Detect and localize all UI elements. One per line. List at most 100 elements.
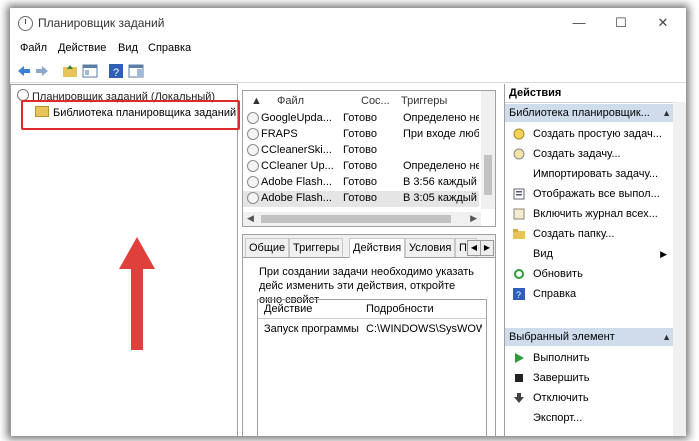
folder-up-icon[interactable] bbox=[62, 63, 78, 79]
column-header-triggers[interactable]: Триггеры bbox=[401, 95, 447, 107]
annotation-arrow bbox=[119, 237, 155, 350]
task-name: Adobe Flash... bbox=[261, 176, 332, 188]
actions-table: Действие Подробности Запуск программы C:… bbox=[257, 299, 487, 436]
collapse-icon[interactable]: ▲ bbox=[662, 328, 671, 346]
tab-general[interactable]: Общие bbox=[245, 238, 290, 257]
menu-bar: Файл Действие Вид Справка bbox=[10, 38, 686, 58]
list-icon bbox=[513, 188, 525, 200]
import-task-item[interactable]: Импортировать задачу... bbox=[505, 164, 686, 184]
horizontal-scrollbar[interactable]: ◀ ▶ bbox=[243, 212, 481, 226]
clock-icon bbox=[18, 16, 33, 31]
column-header-action[interactable]: Действие bbox=[264, 303, 312, 315]
center-panel: ▲ Файл Сос... Триггеры GoogleUpda... Гот… bbox=[242, 84, 498, 436]
tab-scroll-right-icon[interactable]: ▶ bbox=[480, 240, 494, 256]
column-header-name[interactable]: Файл bbox=[277, 95, 304, 107]
play-icon bbox=[515, 353, 524, 363]
console-tree-icon[interactable] bbox=[82, 63, 98, 79]
console-tree-panel: Планировщик заданий (Локальный) Библиоте… bbox=[10, 84, 240, 436]
forward-arrow-icon[interactable] bbox=[34, 63, 50, 79]
actions-table-header: Действие Подробности bbox=[258, 300, 486, 319]
table-row[interactable]: Adobe Flash... Готово В 3:56 каждый дени bbox=[243, 175, 479, 191]
task-icon bbox=[247, 192, 259, 204]
submenu-arrow-icon: ▶ bbox=[660, 249, 667, 259]
end-item[interactable]: Завершить bbox=[505, 368, 686, 388]
column-header-status[interactable]: Сос... bbox=[361, 95, 390, 107]
close-button[interactable]: ✕ bbox=[648, 13, 678, 33]
task-status: Готово bbox=[343, 112, 377, 124]
export-item[interactable]: Экспорт... bbox=[505, 408, 686, 428]
menu-help[interactable]: Справка bbox=[148, 42, 191, 54]
menu-file[interactable]: Файл bbox=[20, 42, 47, 54]
toolbar: ? bbox=[10, 60, 686, 83]
collapse-icon[interactable]: ▲ bbox=[662, 104, 671, 122]
folder-clock-icon bbox=[35, 106, 49, 117]
tree-item-library-label: Библиотека планировщика заданий bbox=[53, 107, 237, 119]
task-icon bbox=[513, 148, 525, 160]
scroll-thumb[interactable] bbox=[261, 215, 451, 223]
title-bar: Планировщик заданий — ☐ ✕ bbox=[10, 8, 686, 38]
maximize-button[interactable]: ☐ bbox=[606, 13, 636, 33]
task-trigger: В 3:05 каждый 7 де bbox=[403, 192, 479, 204]
refresh-item[interactable]: Обновить bbox=[505, 264, 686, 284]
tab-conditions[interactable]: Условия bbox=[405, 238, 456, 257]
action-pane-icon[interactable] bbox=[128, 63, 144, 79]
display-running-item[interactable]: Отображать все выпол... bbox=[505, 184, 686, 204]
tab-actions[interactable]: Действия bbox=[349, 238, 406, 258]
create-basic-task-item[interactable]: Создать простую задач... bbox=[505, 124, 686, 144]
task-name: CCleaner Up... bbox=[261, 160, 334, 172]
section-selected-item[interactable]: Выбранный элемент ▲ bbox=[505, 328, 675, 346]
tab-scroll-left-icon[interactable]: ◀ bbox=[467, 240, 481, 256]
task-name: CCleanerSki... bbox=[261, 144, 332, 156]
run-item[interactable]: Выполнить bbox=[505, 348, 686, 368]
column-header-details[interactable]: Подробности bbox=[366, 303, 434, 315]
section-selected-label: Выбранный элемент bbox=[509, 331, 615, 343]
basic-task-icon bbox=[513, 128, 525, 140]
create-task-item[interactable]: Создать задачу... bbox=[505, 144, 686, 164]
table-row[interactable]: GoogleUpda... Готово Определено неско bbox=[243, 111, 479, 127]
actions-scrollbar[interactable] bbox=[673, 102, 686, 436]
task-icon bbox=[247, 160, 259, 172]
minimize-button[interactable]: — bbox=[564, 13, 594, 33]
view-item[interactable]: Вид ▶ bbox=[505, 244, 686, 264]
table-row-selected[interactable]: Adobe Flash... Готово В 3:05 каждый 7 де bbox=[243, 191, 479, 207]
table-row[interactable]: FRAPS Готово При входе любого bbox=[243, 127, 479, 143]
tab-triggers[interactable]: Триггеры bbox=[289, 238, 344, 257]
task-trigger: Определено неско bbox=[403, 112, 479, 124]
scroll-thumb[interactable] bbox=[484, 155, 492, 195]
help-item[interactable]: ? Справка bbox=[505, 284, 686, 304]
new-folder-item[interactable]: Создать папку... bbox=[505, 224, 686, 244]
help-icon[interactable]: ? bbox=[108, 63, 124, 79]
back-arrow-icon[interactable] bbox=[16, 63, 32, 79]
folder-icon bbox=[513, 229, 525, 239]
stop-icon bbox=[515, 374, 523, 382]
task-trigger: Определено неско bbox=[403, 160, 479, 172]
task-status: Готово bbox=[343, 176, 377, 188]
table-row[interactable]: Запуск программы C:\WINDOWS\SysWOW6 bbox=[258, 322, 486, 338]
disable-item[interactable]: Отключить bbox=[505, 388, 686, 408]
scroll-left-icon[interactable]: ◀ bbox=[247, 213, 254, 224]
log-icon bbox=[513, 208, 525, 220]
sort-up-icon[interactable]: ▲ bbox=[251, 95, 262, 107]
task-icon bbox=[247, 128, 259, 140]
task-trigger: В 3:56 каждый дени bbox=[403, 176, 479, 188]
tree-item-library[interactable]: Библиотека планировщика заданий bbox=[35, 106, 236, 119]
enable-history-item[interactable]: Включить журнал всех... bbox=[505, 204, 686, 224]
actions-pane-title: Действия bbox=[505, 84, 686, 103]
vertical-scrollbar[interactable] bbox=[481, 91, 495, 209]
section-library[interactable]: Библиотека планировщик... ▲ bbox=[505, 104, 675, 122]
task-icon bbox=[247, 144, 259, 156]
menu-view[interactable]: Вид bbox=[118, 42, 138, 54]
help-icon: ? bbox=[513, 288, 525, 300]
svg-text:?: ? bbox=[516, 290, 521, 300]
task-name: GoogleUpda... bbox=[261, 112, 332, 124]
table-row[interactable]: CCleanerSki... Готово bbox=[243, 143, 479, 159]
refresh-icon bbox=[514, 269, 524, 279]
window-title: Планировщик заданий bbox=[38, 16, 165, 30]
action-type: Запуск программы bbox=[264, 323, 359, 335]
task-icon bbox=[247, 112, 259, 124]
tab-bar: Общие Триггеры Действия Условия Па ◀ ▶ bbox=[243, 235, 495, 258]
menu-action[interactable]: Действие bbox=[58, 42, 106, 54]
task-trigger: При входе любого bbox=[403, 128, 479, 140]
scroll-right-icon[interactable]: ▶ bbox=[470, 213, 477, 224]
table-row[interactable]: CCleaner Up... Готово Определено неско bbox=[243, 159, 479, 175]
